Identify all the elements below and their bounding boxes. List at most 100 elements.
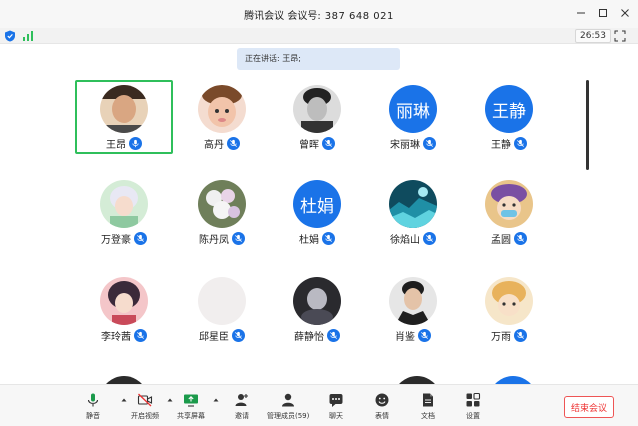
participant-tile[interactable]: 丽琳 宋丽琳 — [364, 80, 462, 154]
mic-button[interactable] — [232, 231, 245, 245]
participant-name: 徐焰山 — [390, 234, 420, 246]
security-shield-icon[interactable] — [4, 30, 16, 42]
settings-label: 设置 — [466, 412, 480, 420]
avatar — [198, 85, 246, 133]
mute-label: 静音 — [86, 412, 100, 420]
invite-label: 邀请 — [235, 412, 249, 420]
docs-button[interactable]: 文档 — [419, 391, 437, 425]
avatar: 王静 — [485, 85, 533, 133]
participant-tile[interactable]: 万雨 — [460, 272, 558, 346]
end-meeting-button[interactable]: 结束会议 — [564, 396, 614, 418]
invite-button[interactable]: 邀请 — [233, 391, 251, 425]
mic-button[interactable] — [514, 231, 527, 245]
docs-label: 文档 — [421, 412, 435, 420]
caret-up-icon — [167, 398, 173, 402]
settings-button[interactable]: 设置 — [464, 391, 482, 425]
share-screen-button[interactable]: 共享屏幕 — [177, 391, 205, 425]
chat-label: 聊天 — [329, 412, 343, 420]
microphone-icon — [132, 139, 139, 147]
avatar-photo — [198, 277, 246, 325]
caret-up-icon — [213, 398, 219, 402]
settings-grid-icon — [466, 392, 481, 407]
maximize-button[interactable] — [596, 6, 610, 20]
invite-user-icon — [235, 394, 248, 406]
mic-button[interactable] — [327, 328, 340, 342]
mic-button[interactable] — [134, 231, 147, 245]
app-title: 腾讯会议 会议号: — [244, 10, 321, 22]
mic-button[interactable] — [514, 328, 527, 342]
reactions-label: 表情 — [375, 412, 389, 420]
participant-name: 邱星臣 — [199, 331, 229, 343]
mic-button[interactable] — [322, 136, 335, 150]
participant-name: 宋丽琳 — [390, 139, 420, 151]
mic-button[interactable] — [322, 231, 335, 245]
mic-button[interactable] — [418, 328, 431, 342]
avatar-photo — [198, 180, 246, 228]
participant-tile[interactable]: 肖鉴 — [364, 272, 462, 346]
participant-tile[interactable]: 高丹 — [173, 80, 271, 154]
microphone-icon — [230, 139, 237, 147]
participant-name: 万雨 — [491, 331, 511, 343]
mute-button[interactable]: 静音 — [84, 391, 102, 425]
mic-button[interactable] — [134, 328, 147, 342]
participant-tile[interactable]: 王昂 — [75, 80, 173, 154]
avatar — [100, 180, 148, 228]
video-options-caret[interactable] — [167, 397, 173, 403]
fullscreen-icon[interactable] — [614, 30, 626, 42]
avatar-photo — [100, 277, 148, 325]
microphone-icon — [517, 234, 524, 242]
title-bar: 腾讯会议 会议号: 387 648 021 — [0, 0, 638, 28]
mic-button[interactable] — [514, 136, 527, 150]
status-bar: 26:53 — [0, 28, 638, 44]
caret-up-icon — [121, 398, 127, 402]
minimize-button[interactable] — [574, 6, 588, 20]
maximize-icon — [599, 9, 607, 17]
reactions-button[interactable]: 表情 — [373, 391, 391, 425]
microphone-icon — [426, 139, 433, 147]
participant-tile[interactable]: 邱星臣 — [173, 272, 271, 346]
participant-tile[interactable]: 薛静怡 — [268, 272, 366, 346]
avatar — [198, 180, 246, 228]
mic-button[interactable] — [423, 231, 436, 245]
participant-tile[interactable]: 曾晖 — [268, 80, 366, 154]
close-button[interactable] — [618, 6, 632, 20]
participant-tile[interactable]: 孟圆 — [460, 175, 558, 249]
mic-button[interactable] — [232, 328, 245, 342]
microphone-icon — [426, 234, 433, 242]
participant-tile[interactable]: 王静 王静 — [460, 80, 558, 154]
participant-tile[interactable]: 万登豪 — [75, 175, 173, 249]
video-button[interactable]: 开启视频 — [131, 391, 159, 425]
mic-button[interactable] — [129, 136, 142, 150]
share-options-caret[interactable] — [213, 397, 219, 403]
chat-bubble-icon — [329, 394, 343, 407]
participant-tile[interactable]: 杜娟 杜娟 — [268, 175, 366, 249]
network-signal-icon[interactable] — [22, 31, 34, 41]
microphone-icon — [517, 331, 524, 339]
scrollbar[interactable] — [586, 80, 589, 170]
avatar — [389, 180, 437, 228]
participant-name: 陈丹凤 — [199, 234, 229, 246]
avatar — [293, 277, 341, 325]
avatar-photo — [100, 180, 148, 228]
participant-tile[interactable]: 陈丹凤 — [173, 175, 271, 249]
video-off-icon — [137, 393, 153, 407]
manage-members-button[interactable]: 管理成员(59) — [267, 391, 309, 425]
participant-tile[interactable]: 徐焰山 — [364, 175, 462, 249]
avatar — [293, 85, 341, 133]
mic-button[interactable] — [423, 136, 436, 150]
chat-button[interactable]: 聊天 — [327, 391, 345, 425]
smiley-icon — [375, 393, 389, 407]
avatar — [198, 277, 246, 325]
mic-options-caret[interactable] — [121, 397, 127, 403]
microphone-icon — [137, 331, 144, 339]
participant-name: 杜娟 — [299, 234, 319, 246]
meeting-toolbar: 静音 开启视频 共享屏幕 邀请 管理成员(59) 聊天 表情 文档 设置 — [0, 384, 638, 426]
avatar — [100, 85, 148, 133]
microphone-icon — [235, 331, 242, 339]
participant-name: 薛静怡 — [294, 331, 324, 343]
participant-tile[interactable]: 李玲茜 — [75, 272, 173, 346]
window-title: 腾讯会议 会议号: 387 648 021 — [244, 7, 394, 22]
avatar-photo — [293, 85, 341, 133]
participant-name: 肖鉴 — [395, 331, 415, 343]
mic-button[interactable] — [227, 136, 240, 150]
